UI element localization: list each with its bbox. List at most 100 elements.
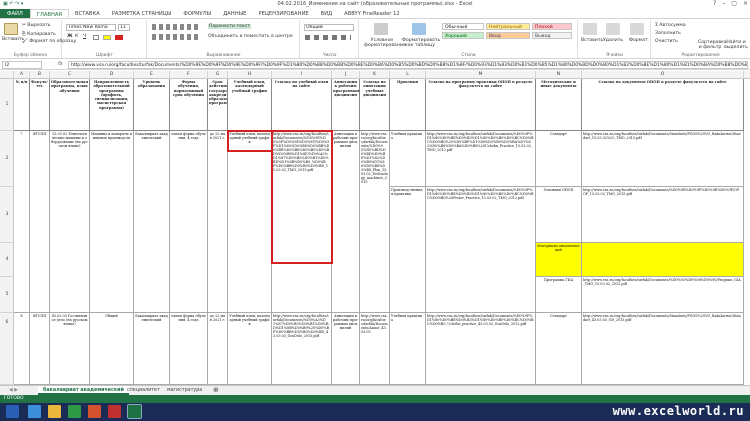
add-sheet-button[interactable]: ⊕: [208, 386, 224, 395]
maximize-button[interactable]: ▢: [731, 0, 737, 7]
name-box[interactable]: I2: [2, 61, 42, 69]
cell-term[interactable]: до 22 мая 2021 г.: [208, 313, 228, 385]
cell-faculty[interactable]: ФТСПП: [30, 131, 50, 313]
sheet-tab-master[interactable]: магистратура: [162, 386, 207, 395]
cell-form[interactable]: очная форма обучения, 4 года: [170, 131, 208, 313]
column-header[interactable]: M: [426, 71, 536, 79]
column-header[interactable]: I: [272, 71, 332, 79]
explorer-icon[interactable]: [48, 405, 61, 418]
chrome-icon[interactable]: [68, 405, 81, 418]
cell-practice-link[interactable]: http://www.vsa.ru/org/faculties/turfak/D…: [426, 313, 536, 385]
cell-term[interactable]: до 22 мая 2021 г.: [208, 131, 228, 313]
cell-practice[interactable]: Учебная практика: [390, 131, 426, 187]
column-header[interactable]: B: [30, 71, 50, 79]
excel-icon[interactable]: [127, 404, 142, 419]
cell-faculty[interactable]: ФТСПП: [30, 313, 50, 385]
cell-method[interactable]: Стандарт: [536, 131, 582, 187]
column-header[interactable]: E: [134, 71, 170, 79]
tab-abbyy[interactable]: ABBYY FineReader 12: [338, 9, 406, 18]
row-header[interactable]: 2: [0, 131, 14, 187]
paste-icon[interactable]: [4, 23, 18, 35]
header-cell[interactable]: Практики: [390, 79, 426, 131]
style-input[interactable]: Ввод: [486, 32, 530, 39]
delete-cells-button[interactable]: Удалить: [603, 38, 623, 43]
tab-insert[interactable]: ВСТАВКА: [69, 9, 106, 18]
conditional-format-icon[interactable]: [374, 23, 388, 35]
fx-icon[interactable]: fx: [58, 61, 63, 67]
cell-annotation-link[interactable]: http://www.vsa.ru/org/faculties/turfak/D…: [360, 313, 390, 385]
header-cell[interactable]: Уровень образования: [134, 79, 170, 131]
font-name-select[interactable]: Times New Roma: [66, 24, 116, 31]
format-cells-button[interactable]: Формат: [629, 38, 648, 43]
fill-button[interactable]: Заполнить: [655, 31, 681, 36]
tab-formulas[interactable]: ФОРМУЛЫ: [177, 9, 217, 18]
header-cell[interactable]: Ссылка на документы ОПОП в разделе факул…: [582, 79, 744, 131]
ie-icon[interactable]: [28, 405, 41, 418]
format-cells-icon[interactable]: [630, 23, 644, 35]
sheet-tab-bachelor[interactable]: бакалавриат академический: [38, 386, 129, 395]
column-header[interactable]: K: [360, 71, 390, 79]
cell-plan[interactable]: Учебный план, календарный учебный график: [228, 131, 272, 313]
column-header[interactable]: G: [208, 71, 228, 79]
powerpoint-icon[interactable]: [88, 405, 101, 418]
clear-button[interactable]: Очистить: [655, 39, 678, 44]
header-cell[interactable]: Ссылка на программу практики ОПОП в разд…: [426, 79, 536, 131]
column-header[interactable]: O: [582, 71, 744, 79]
tab-page-layout[interactable]: РАЗМЕТКА СТРАНИЦЫ: [106, 9, 178, 18]
cell-num[interactable]: 8: [14, 313, 30, 385]
header-cell[interactable]: Аннотации к рабочим программам дисциплин: [332, 79, 360, 131]
paste-button[interactable]: Вставить: [2, 37, 24, 42]
style-bad[interactable]: Плохой: [532, 23, 572, 30]
sheet-tab-specialist[interactable]: специалитет: [122, 386, 165, 395]
cell-method-link[interactable]: http://www.vsa.ru/org/faculties/turfak/D…: [582, 313, 744, 385]
column-header[interactable]: D: [90, 71, 134, 79]
column-header[interactable]: H: [228, 71, 272, 79]
close-button[interactable]: ×: [743, 0, 748, 7]
worksheet-grid[interactable]: № п/п Факуль-тет Образовательная програм…: [14, 79, 744, 385]
header-cell[interactable]: Форма обучения, нормативный срок обучени…: [170, 79, 208, 131]
cell-method-link[interactable]: http://www.vsa.ru/org/faculties/turfak/D…: [582, 187, 744, 243]
header-cell[interactable]: Учебный план, календарный учебный график: [228, 79, 272, 131]
number-format-icons[interactable]: [305, 35, 351, 40]
app-icon[interactable]: [108, 405, 121, 418]
help-button[interactable]: ?: [713, 0, 716, 7]
tab-home[interactable]: ГЛАВНАЯ: [29, 9, 70, 18]
cell-plan-link[interactable]: http://www.vsa.ru/org/faculties/turfak/D…: [272, 313, 332, 385]
minimize-button[interactable]: –: [722, 0, 725, 7]
cell-level[interactable]: Бакалавриат академический: [134, 131, 170, 313]
cell-plan[interactable]: Учебный план, календарный учебный график: [228, 313, 272, 385]
style-normal[interactable]: Обычный: [442, 23, 484, 30]
cell-direction[interactable]: Машины и аппараты пищевых производств: [90, 131, 134, 313]
row-header[interactable]: 1: [0, 79, 14, 131]
format-table-icon[interactable]: [412, 23, 426, 35]
cell-practice[interactable]: Производственная практика: [390, 187, 426, 313]
sort-filter-button[interactable]: Сортировка и фильтр: [698, 40, 727, 50]
style-neutral[interactable]: Нейтральный: [486, 23, 530, 30]
cell-annotation-link[interactable]: http://www.vsa.ru/org/faculties/turfak/D…: [360, 131, 390, 313]
bold-button[interactable]: Ж: [67, 34, 73, 39]
header-cell[interactable]: Факуль-тет: [30, 79, 50, 131]
number-format-select[interactable]: Общий: [304, 24, 354, 31]
font-size-select[interactable]: 11: [118, 24, 130, 31]
cell-method-highlight[interactable]: Материалы аналитический: [536, 243, 582, 277]
cell-practice-link[interactable]: http://www.vsa.ru/org/faculties/turfak/D…: [426, 131, 536, 187]
insert-cells-icon[interactable]: [583, 23, 597, 35]
fill-color-icon[interactable]: [103, 35, 111, 40]
conditional-format-button[interactable]: Условное форматирование: [364, 38, 406, 48]
align-icons[interactable]: [152, 24, 200, 30]
cell-annotation[interactable]: Аннотации к рабочим программам дисциплин: [332, 131, 360, 313]
cell-program[interactable]: 43.03.03 Гостиничное дело (на русском яз…: [50, 313, 90, 385]
cell-method-link[interactable]: http://www.vsa.ru/org/faculties/turfak/D…: [582, 131, 744, 187]
row-header[interactable]: 4: [0, 243, 14, 277]
find-select-button[interactable]: Найти и выделить: [724, 40, 748, 50]
insert-cells-button[interactable]: Вставить: [581, 38, 603, 43]
font-color-icon[interactable]: [115, 35, 123, 40]
merge-center-button[interactable]: Объединить и поместить в центре: [208, 34, 293, 39]
tab-review[interactable]: РЕЦЕНЗИРОВАНИЕ: [252, 9, 314, 18]
style-good[interactable]: Хороший: [442, 32, 484, 39]
tab-data[interactable]: ДАННЫЕ: [217, 9, 252, 18]
indent-icons[interactable]: [152, 34, 200, 40]
row-header[interactable]: 6: [0, 313, 14, 385]
cell-plan-link[interactable]: http://www.vsa.ru/org/faculties/turfak/D…: [272, 131, 332, 313]
column-header[interactable]: J: [332, 71, 360, 79]
